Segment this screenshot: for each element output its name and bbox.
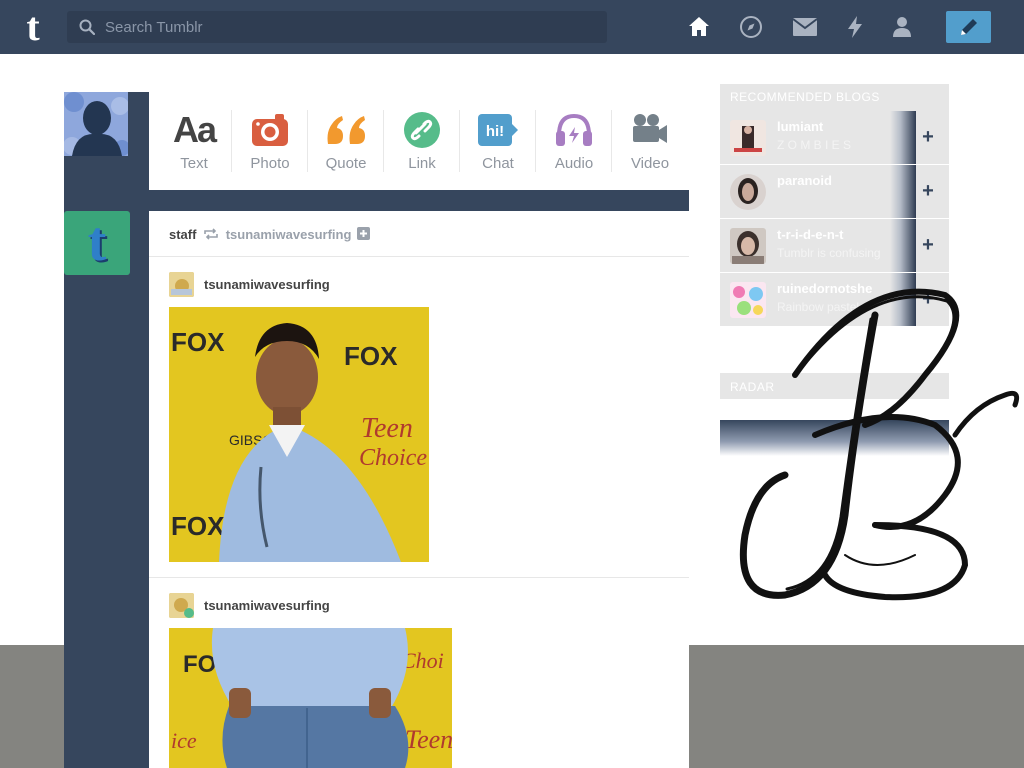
activity-icon[interactable] <box>842 14 868 40</box>
post-type-audio[interactable]: Audio <box>536 108 612 180</box>
post-author-avatar[interactable] <box>169 272 194 297</box>
svg-text:FOX: FOX <box>171 327 225 357</box>
svg-text:Teen: Teen <box>361 413 413 444</box>
blog-name[interactable]: paranoid <box>777 173 832 188</box>
left-rail <box>64 92 149 768</box>
text-icon: Aa <box>172 109 217 150</box>
home-icon[interactable] <box>686 14 712 40</box>
blog-description: Z O M B I E S <box>777 138 852 152</box>
search-icon <box>79 19 95 35</box>
search-input[interactable] <box>105 11 595 43</box>
recommended-blog-item[interactable]: lumiant Z O M B I E S + <box>720 111 949 164</box>
post-type-text[interactable]: Aa Text <box>156 108 232 180</box>
post-type-quote[interactable]: Quote <box>308 108 384 180</box>
inbox-icon[interactable] <box>792 14 818 40</box>
reblog-source-name[interactable]: tsunamiwavesurfing <box>226 227 352 242</box>
post-type-label: Photo <box>250 155 290 172</box>
divider <box>149 577 689 578</box>
post-photo[interactable]: FOX FOX FOX Teen Choice GIBSON <box>169 307 429 562</box>
blog-avatar[interactable] <box>730 174 766 210</box>
video-camera-icon <box>633 114 667 143</box>
post-type-bar: Aa Text Photo Quote Link hi! Chat Audio … <box>149 92 689 190</box>
svg-text:FOX: FOX <box>171 511 225 541</box>
svg-text:hi!: hi! <box>486 123 504 140</box>
post-type-label: Video <box>630 155 670 172</box>
reblog-header: staff tsunamiwavesurfing <box>169 227 371 242</box>
rail-strip <box>149 190 689 211</box>
post-type-label: Chat <box>482 155 514 172</box>
post-author-avatar[interactable] <box>169 593 194 618</box>
account-icon[interactable] <box>889 14 915 40</box>
dashboard-feed: staff tsunamiwavesurfing tsunamiwavesurf… <box>149 211 689 768</box>
post-type-video[interactable]: Video <box>612 108 688 180</box>
divider <box>149 256 689 257</box>
post-type-label: Link <box>408 155 436 172</box>
blog-avatar[interactable] <box>730 120 766 156</box>
post-type-chat[interactable]: hi! Chat <box>460 108 536 180</box>
headphones-icon <box>556 113 592 146</box>
post-type-label: Text <box>180 155 208 172</box>
follow-plus-icon[interactable]: + <box>918 125 938 149</box>
reblogger-name[interactable]: staff <box>169 227 196 242</box>
fade-overlay <box>890 111 916 164</box>
svg-text:ice: ice <box>171 728 197 753</box>
blog-name[interactable]: t-r-i-d-e-n-t <box>777 227 843 242</box>
blog-avatar[interactable]: t <box>64 211 130 275</box>
quote-icon <box>327 116 365 144</box>
user-avatar[interactable] <box>64 92 128 156</box>
compose-button[interactable] <box>946 11 991 43</box>
script-letter-overlay <box>739 288 1020 601</box>
follow-plus-icon[interactable]: + <box>918 233 938 257</box>
post-author-name[interactable]: tsunamiwavesurfing <box>204 598 330 613</box>
fade-overlay <box>890 165 916 218</box>
tumblr-logo-icon[interactable]: t <box>17 7 49 47</box>
svg-text:FOX: FOX <box>344 341 398 371</box>
follow-plus-icon[interactable] <box>357 227 371 240</box>
svg-text:Choice: Choice <box>359 445 427 471</box>
compose-icon <box>960 19 977 35</box>
post-type-label: Quote <box>325 155 367 172</box>
search-box[interactable] <box>67 11 607 43</box>
post-author-name[interactable]: tsunamiwavesurfing <box>204 277 330 292</box>
section-heading: RECOMMENDED BLOGS <box>730 90 880 104</box>
post-photo[interactable]: FO Teen Choi ice <box>169 628 452 768</box>
follow-plus-icon[interactable]: + <box>918 179 938 203</box>
chat-icon: hi! <box>478 114 518 146</box>
top-navigation-bar: t <box>0 0 1024 54</box>
explore-icon[interactable] <box>738 14 764 40</box>
recommended-blog-item[interactable]: paranoid + <box>720 165 949 218</box>
reblog-icon <box>204 228 218 240</box>
link-icon <box>404 112 440 148</box>
blog-name[interactable]: lumiant <box>777 119 823 134</box>
svg-text:FO: FO <box>183 651 216 678</box>
camera-icon <box>252 114 288 146</box>
post-type-photo[interactable]: Photo <box>232 108 308 180</box>
post-type-link[interactable]: Link <box>384 108 460 180</box>
svg-text:Teen: Teen <box>405 725 452 754</box>
post-type-label: Audio <box>554 155 594 172</box>
